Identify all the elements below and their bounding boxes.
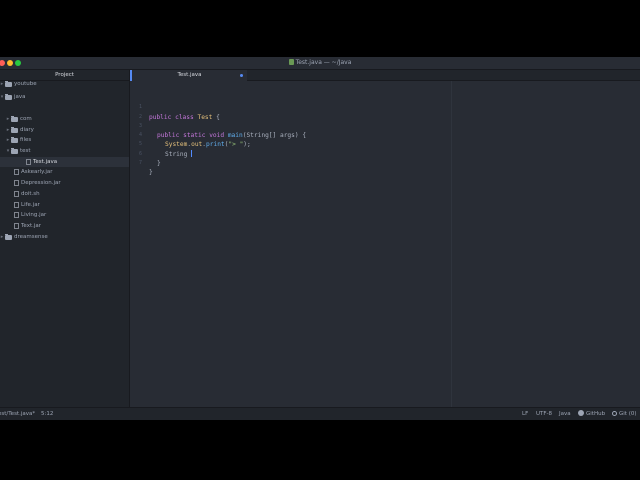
title-bar: Test.java — ~/Java [0,57,640,70]
tree-item-diary[interactable]: ▸ diary [0,125,129,135]
file-icon [14,202,19,208]
tab-bar: Test.java [130,70,640,81]
tree-item-youtube[interactable]: ▸ youtube [0,79,129,89]
status-bar: est/Test.java* 5:12 LF UTF-8 Java GitHub… [0,407,640,420]
code-line: 3 public static void main(String[] args)… [130,113,640,139]
code-line: 1 public class Test { [130,94,640,120]
status-line-ending[interactable]: LF [522,408,528,420]
tree-item-text-jar[interactable]: Text.jar [0,221,129,231]
editor-window: Test.java — ~/Java Project ▸ youtube ▾ java… [0,57,640,420]
tree-item-label: Depression.jar [21,180,61,186]
github-label: GitHub [586,411,606,417]
file-icon [14,212,19,218]
tree-item-java[interactable]: ▾ java [0,92,129,102]
project-tree-panel: Project ▸ youtube ▾ java ▸ com ▸ diary ▸ files ▾ te… [0,70,130,407]
status-file-path[interactable]: est/Test.java* [0,408,35,420]
code-line: 7 } [130,150,640,176]
tree-item-label: dreamsense [14,234,48,240]
tree-item-label: Life.jar [21,202,40,208]
folder-icon [5,81,12,87]
code-line: 5 String [130,131,640,158]
tree-item-label: doit.sh [21,191,40,197]
tree-item-label: test [20,148,31,154]
tree-item-depression-jar[interactable]: Depression.jar [0,178,129,188]
file-icon [14,180,19,186]
status-encoding[interactable]: UTF-8 [536,408,552,420]
folder-icon [5,94,12,100]
tree-item-label: Test.java [33,159,58,165]
github-icon [578,410,584,416]
code-line: 2 [130,103,640,120]
github-panel-button[interactable]: GitHub [578,408,605,420]
modified-indicator-icon[interactable] [240,74,243,77]
code-line: 4 System.out.print("> "); [130,122,640,148]
file-icon [14,169,19,175]
tab-label: Test.java [177,72,202,78]
status-cursor-position[interactable]: 5:12 [41,408,53,420]
git-label: Git (0) [619,411,637,417]
tree-item-label: Living.jar [21,212,47,218]
tree-item-label: Text.jar [21,223,42,229]
tree-item-label: java [14,94,26,100]
tree-item-label: diary [20,127,34,133]
line-number: 7 [138,160,142,167]
window-title: Test.java — ~/Java [295,59,352,66]
tree-item-life-jar[interactable]: Life.jar [0,200,129,210]
status-grammar[interactable]: Java [559,408,571,420]
file-icon [14,223,19,229]
tree-item-label: Askearly.jar [21,169,53,175]
tree-item-label: com [20,116,32,122]
tree-item-askearly-jar[interactable]: Askearly.jar [0,167,129,177]
tree-item-label: youtube [14,81,37,87]
code-area[interactable]: 1 public class Test { 2 3 public static … [130,94,640,176]
window-title-container: Test.java — ~/Java [0,57,640,69]
tree-item-label: files [20,137,32,143]
file-icon [26,159,31,165]
tree-item-doit-sh[interactable]: doit.sh [0,189,129,199]
file-icon [14,191,19,197]
java-file-icon [288,59,294,65]
tree-item-com[interactable]: ▸ com [0,114,129,124]
tree-item-files[interactable]: ▸ files [0,135,129,145]
tab-test-java[interactable]: Test.java [130,70,247,81]
folder-icon [11,116,18,122]
folder-icon [11,127,18,133]
code-line-7: } [149,168,153,177]
git-panel-button[interactable]: Git (0) [612,408,637,420]
editor-pane: Test.java 1 public class Test { 2 3 publ… [130,70,640,407]
code-line: 6 } [130,140,640,167]
tree-item-test-java[interactable]: Test.java [0,157,129,167]
folder-icon [11,137,18,143]
tree-item-dreamsense[interactable]: ▸ dreamsense [0,232,129,242]
folder-icon [11,148,18,154]
folder-icon [5,234,12,240]
tree-item-test[interactable]: ▾ test [0,146,129,156]
git-icon [612,411,617,416]
brace-token: } [149,169,153,177]
tree-item-living-jar[interactable]: Living.jar [0,210,129,220]
